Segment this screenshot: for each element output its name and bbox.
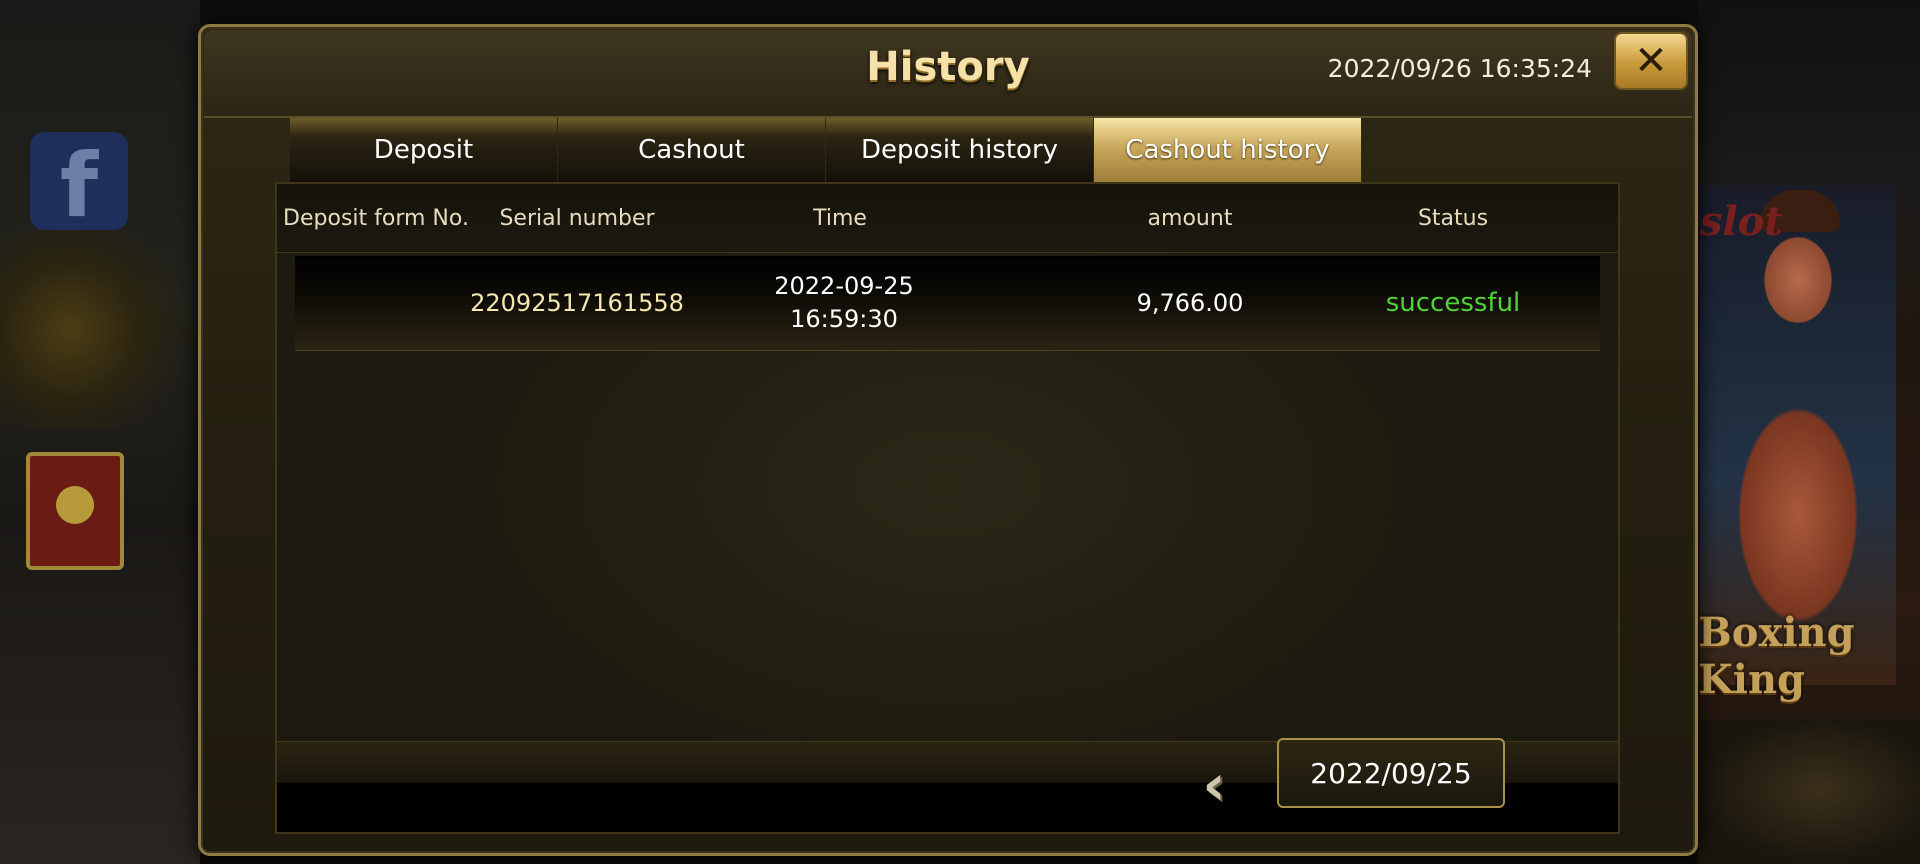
- date-selector[interactable]: 2022/09/25: [1277, 738, 1505, 808]
- lobby-left-panel: [0, 0, 200, 864]
- column-header-time: Time: [813, 206, 867, 231]
- cell-time: 2022-09-25 16:59:30: [764, 256, 924, 350]
- close-button[interactable]: ✕: [1614, 32, 1688, 90]
- column-header-serial-number: Serial number: [499, 206, 655, 231]
- table-footer: ‹ 2022/09/25: [277, 738, 1618, 832]
- column-header-status: Status: [1417, 206, 1489, 231]
- table-row: 22092517161558 2022-09-25 16:59:30 9,766…: [295, 256, 1600, 351]
- cell-time-clock: 16:59:30: [790, 305, 898, 333]
- column-header-amount: amount: [1147, 206, 1233, 231]
- column-header-deposit-form-no: Deposit form No.: [283, 206, 469, 231]
- cell-time-date: 2022-09-25: [774, 272, 914, 300]
- cell-status: successful: [1385, 288, 1521, 318]
- history-tabs: Deposit Cashout Deposit history Cashout …: [290, 118, 1362, 182]
- cell-amount: 9,766.00: [1136, 289, 1244, 317]
- boxing-king-logo: Boxing King: [1698, 609, 1855, 703]
- current-datetime: 2022/09/26 16:35:24: [1327, 54, 1592, 83]
- cell-serial-number: 22092517161558: [470, 289, 684, 317]
- tab-deposit[interactable]: Deposit: [290, 118, 558, 182]
- tab-deposit-history[interactable]: Deposit history: [826, 118, 1094, 182]
- close-icon: ✕: [1634, 38, 1668, 84]
- facebook-icon: f: [30, 132, 128, 230]
- lobby-decoration: [0, 230, 190, 430]
- table-header: Deposit form No. Serial number Time amou…: [277, 184, 1618, 253]
- tab-cashout[interactable]: Cashout: [558, 118, 826, 182]
- chevron-left-icon[interactable]: ‹: [1189, 758, 1239, 814]
- dialog-header: History 2022/09/26 16:35:24 ✕: [204, 30, 1692, 118]
- tab-cashout-history[interactable]: Cashout history: [1094, 118, 1362, 182]
- lobby-decoration-bottom: [1700, 720, 1920, 864]
- history-table: Deposit form No. Serial number Time amou…: [275, 182, 1620, 834]
- game-watermark: slot: [1700, 198, 1783, 245]
- lobby-banner: [26, 452, 124, 570]
